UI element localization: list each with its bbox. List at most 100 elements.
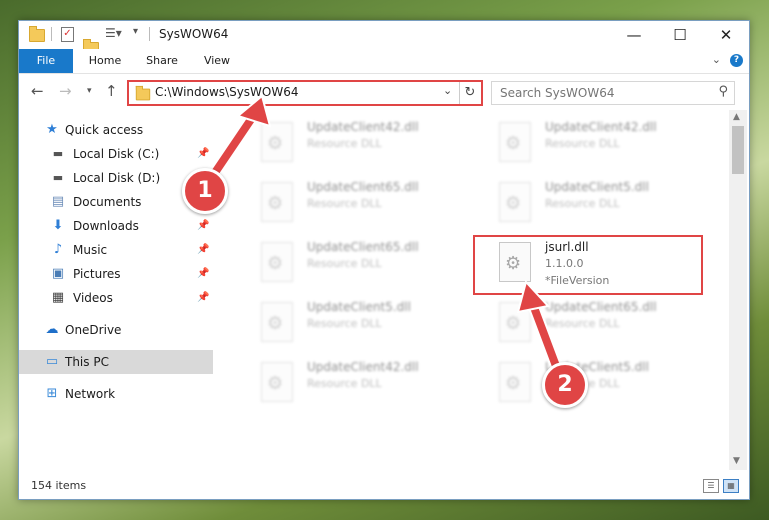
file-name: UpdateClient65.dll [545, 300, 657, 314]
list-item[interactable]: UpdateClient42.dll Resource DLL [473, 118, 693, 170]
pin-icon[interactable]: 📌 [197, 286, 209, 310]
back-arrow-icon[interactable]: ← [31, 82, 44, 100]
sidebar-item-onedrive[interactable]: ☁ OneDrive [19, 318, 213, 342]
file-name: UpdateClient5.dll [307, 300, 411, 314]
pin-icon[interactable]: 📌 [197, 238, 209, 262]
sidebar-item-pictures[interactable]: ▣ Pictures 📌 [19, 262, 213, 286]
navigation-bar: ← → ▾ ↑ C:\Windows\SysWOW64 ⌄ ↻ ⚲ [19, 74, 749, 110]
search-input[interactable] [498, 85, 707, 101]
sidebar-item-label: Network [65, 387, 116, 401]
sidebar-item-videos[interactable]: ▦ Videos 📌 [19, 286, 213, 310]
list-item[interactable]: UpdateClient5.dll Resource DLL [473, 178, 693, 230]
address-path[interactable]: C:\Windows\SysWOW64 [155, 85, 299, 99]
sidebar-item-label: This PC [65, 355, 109, 369]
forward-arrow-icon[interactable]: → [59, 82, 72, 100]
list-item[interactable]: UpdateClient65.dll Resource DLL [235, 178, 455, 230]
scroll-up-icon[interactable]: ▲ [733, 112, 740, 122]
chevron-down-icon[interactable]: ⌄ [443, 84, 452, 97]
file-name: UpdateClient65.dll [307, 240, 419, 254]
tab-view[interactable]: View [195, 49, 239, 73]
details-view-icon[interactable]: ☰ [703, 479, 719, 493]
step-2-badge: 2 [542, 362, 588, 408]
list-item[interactable]: UpdateClient42.dll Resource DLL [235, 358, 455, 410]
sidebar-item-this-pc[interactable]: ▭ This PC [19, 350, 213, 374]
sidebar-item-music[interactable]: ♪ Music 📌 [19, 238, 213, 262]
recent-locations-icon[interactable]: ▾ [87, 86, 92, 96]
downloads-icon: ⬇ [52, 218, 64, 233]
quick-access-dropdown-icon[interactable]: ▾ [133, 26, 138, 42]
dll-file-icon [261, 182, 293, 222]
customize-icon[interactable]: ☰▾ [105, 26, 122, 42]
list-item[interactable]: UpdateClient5.dll Resource DLL [235, 298, 455, 350]
file-type: Resource DLL [307, 317, 382, 330]
sidebar-item-quick-access[interactable]: ★ Quick access [19, 118, 213, 142]
sidebar-item-label: OneDrive [65, 323, 122, 337]
file-type: Resource DLL [545, 197, 620, 210]
network-icon: ⊞ [46, 386, 58, 401]
documents-icon: ▤ [51, 194, 65, 209]
dll-file-icon [499, 362, 531, 402]
close-button[interactable]: ✕ [703, 21, 749, 49]
refresh-icon[interactable]: ↻ [459, 82, 480, 104]
title-bar: ✓ ☰▾ ▾ SysWOW64 — ☐ ✕ [19, 21, 749, 55]
sidebar-item-label: Quick access [65, 123, 144, 137]
properties-icon[interactable]: ✓ [61, 27, 74, 42]
list-item[interactable]: UpdateClient42.dll Resource DLL [235, 118, 455, 170]
sidebar-item-label: Documents [73, 195, 142, 209]
help-icon[interactable]: ? [730, 54, 743, 67]
scroll-down-icon[interactable]: ▼ [733, 456, 740, 466]
search-icon: ⚲ [718, 84, 728, 99]
videos-icon: ▦ [51, 290, 65, 305]
dll-file-icon [261, 362, 293, 402]
folder-icon [135, 85, 151, 101]
pin-icon[interactable]: 📌 [197, 142, 209, 166]
file-type: Resource DLL [307, 377, 382, 390]
sidebar-item-label: Pictures [73, 267, 121, 281]
chevron-down-icon[interactable]: ⌄ [712, 53, 721, 66]
up-arrow-icon[interactable]: ↑ [105, 82, 118, 100]
file-type: Resource DLL [545, 317, 620, 330]
drive-icon: ▬ [52, 171, 64, 184]
dll-file-icon [261, 242, 293, 282]
sidebar-item-network[interactable]: ⊞ Network [19, 382, 213, 406]
dll-file-icon [261, 302, 293, 342]
pictures-icon: ▣ [51, 266, 65, 281]
computer-icon: ▭ [45, 354, 59, 369]
sidebar-item-label: Local Disk (D:) [73, 171, 161, 185]
dll-file-icon [261, 122, 293, 162]
list-item[interactable]: UpdateClient65.dll Resource DLL [235, 238, 455, 290]
sidebar-item-label: Local Disk (C:) [73, 147, 160, 161]
dll-file-icon [499, 122, 531, 162]
scrollbar-thumb[interactable] [732, 126, 744, 174]
divider [149, 27, 150, 41]
sidebar-item-downloads[interactable]: ⬇ Downloads 📌 [19, 214, 213, 238]
pin-icon[interactable]: 📌 [197, 214, 209, 238]
dll-file-icon [499, 302, 531, 342]
sidebar-item-label: Music [73, 243, 108, 257]
file-name: UpdateClient42.dll [545, 120, 657, 134]
file-type: Resource DLL [307, 137, 382, 150]
list-item[interactable]: UpdateClient65.dll Resource DLL [473, 298, 693, 350]
cloud-icon: ☁ [45, 322, 59, 337]
pin-icon[interactable]: 📌 [197, 262, 209, 286]
file-list: UpdateClient42.dll Resource DLL UpdateCl… [215, 110, 729, 470]
file-name: UpdateClient65.dll [307, 180, 419, 194]
file-type: Resource DLL [307, 197, 382, 210]
minimize-button[interactable]: — [611, 21, 657, 49]
address-bar[interactable]: C:\Windows\SysWOW64 ⌄ ↻ [127, 80, 483, 106]
maximize-button[interactable]: ☐ [657, 21, 703, 49]
highlight-box [473, 235, 703, 295]
file-name: UpdateClient42.dll [307, 120, 419, 134]
divider [51, 27, 52, 41]
tab-share[interactable]: Share [139, 49, 185, 73]
star-icon: ★ [46, 122, 58, 137]
music-icon: ♪ [53, 242, 63, 257]
sidebar-item-local-disk-c[interactable]: ▬ Local Disk (C:) 📌 [19, 142, 213, 166]
step-1-badge: 1 [182, 168, 228, 214]
tab-file[interactable]: File [19, 49, 73, 73]
search-box[interactable]: ⚲ [491, 81, 735, 105]
tiles-view-icon[interactable]: ▦ [723, 479, 739, 493]
tab-home[interactable]: Home [81, 49, 129, 73]
vertical-scrollbar[interactable]: ▲ ▼ [729, 110, 747, 470]
dll-file-icon [499, 182, 531, 222]
